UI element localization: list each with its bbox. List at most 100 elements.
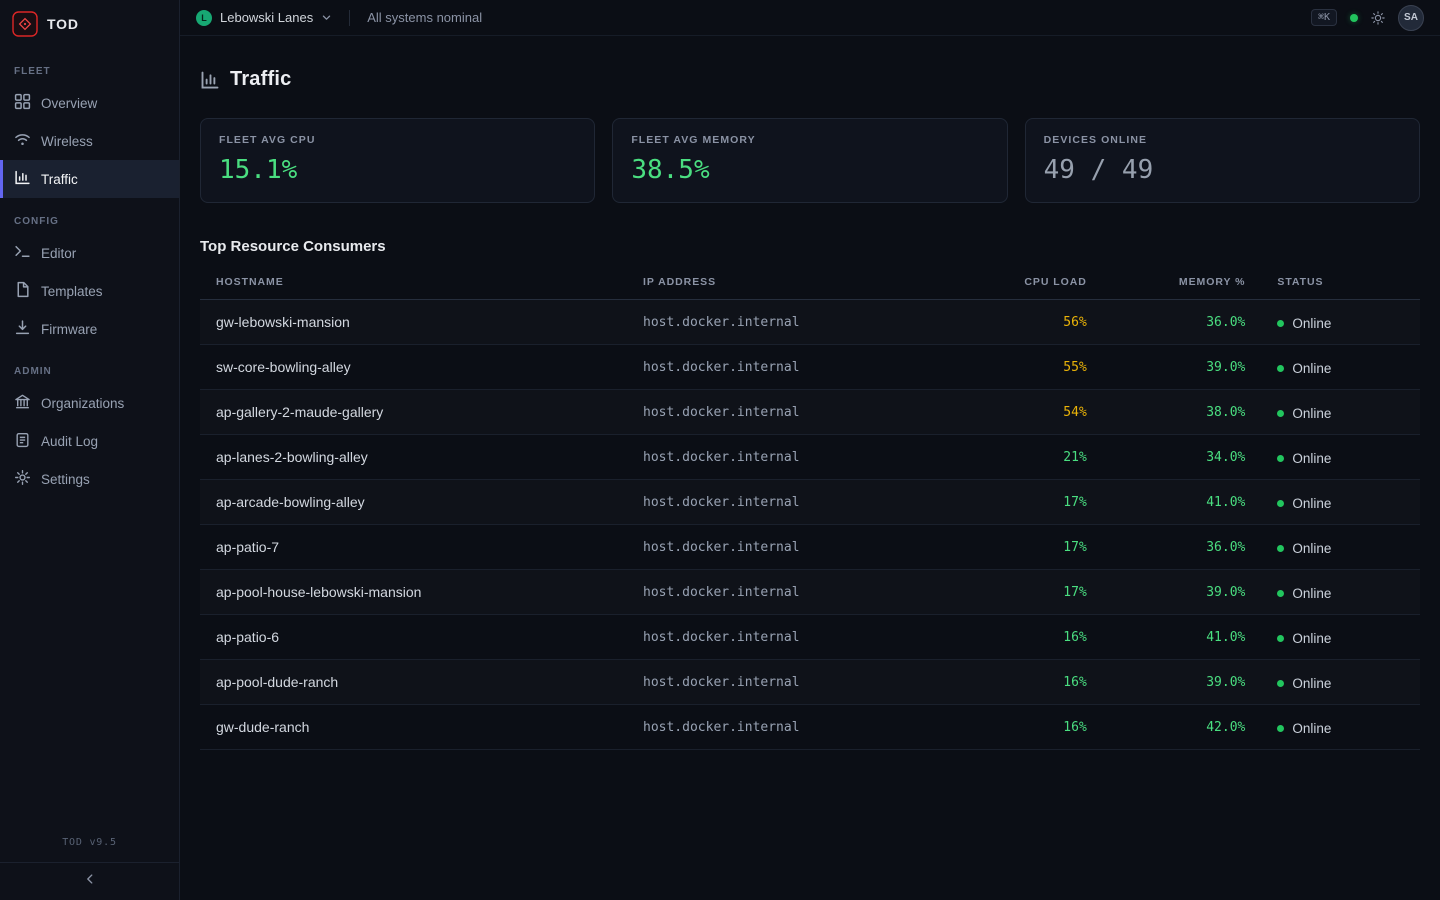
health-dot-icon [1350,14,1358,22]
status-cell: Online [1261,435,1420,480]
sidebar-item-settings[interactable]: Settings [0,460,179,498]
status-cell: Online [1261,660,1420,705]
status-badge: Online [1292,451,1331,466]
app-name: TOD [47,16,79,32]
table-title: Top Resource Consumers [200,238,1420,255]
table-row[interactable]: ap-arcade-bowling-alleyhost.docker.inter… [200,480,1420,525]
status-cell: Online [1261,480,1420,525]
user-avatar[interactable]: SA [1398,5,1424,31]
table-row[interactable]: sw-core-bowling-alleyhost.docker.interna… [200,345,1420,390]
sidebar-item-label: Organizations [41,396,124,411]
table-row[interactable]: gw-lebowski-mansionhost.docker.internal5… [200,300,1420,345]
table-row[interactable]: ap-gallery-2-maude-galleryhost.docker.in… [200,390,1420,435]
cpu-load-cell: 56% [969,300,1103,345]
page-title: Traffic [230,68,291,91]
collapse-sidebar-button[interactable] [0,862,179,900]
sidebar-item-label: Firmware [41,322,97,337]
status-dot-icon [1277,545,1284,552]
app-logo[interactable]: TOD [0,0,179,48]
status-badge: Online [1292,406,1331,421]
cpu-load-cell: 16% [969,615,1103,660]
table-row[interactable]: gw-dude-ranchhost.docker.internal16%42.0… [200,705,1420,750]
org-switcher[interactable]: L Lebowski Lanes [196,10,332,26]
sidebar-item-wireless[interactable]: Wireless [0,122,179,160]
hostname-cell: gw-dude-ranch [200,705,627,750]
cpu-load-cell: 17% [969,570,1103,615]
sun-icon [1371,11,1385,25]
sidebar-item-editor[interactable]: Editor [0,234,179,272]
hostname-cell: ap-patio-6 [200,615,627,660]
column-header-status: Status [1261,264,1420,300]
command-palette-shortcut[interactable]: ⌘K [1311,9,1337,26]
column-header-ip-address: IP Address [627,264,969,300]
ip-address-cell: host.docker.internal [627,615,969,660]
bar-chart-icon [14,169,31,189]
sidebar-item-label: Templates [41,284,103,299]
sidebar-item-label: Traffic [41,172,78,187]
status-dot-icon [1277,590,1284,597]
ip-address-cell: host.docker.internal [627,480,969,525]
column-header-hostname: Hostname [200,264,627,300]
memory-cell: 42.0% [1103,705,1262,750]
sidebar-item-audit-log[interactable]: Audit Log [0,422,179,460]
stat-card-devices-online: Devices Online 49 / 49 [1025,118,1420,203]
status-dot-icon [1277,500,1284,507]
memory-cell: 34.0% [1103,435,1262,480]
sidebar-item-firmware[interactable]: Firmware [0,310,179,348]
memory-cell: 41.0% [1103,615,1262,660]
status-cell: Online [1261,570,1420,615]
sidebar-item-traffic[interactable]: Traffic [0,160,179,198]
table-row[interactable]: ap-lanes-2-bowling-alleyhost.docker.inte… [200,435,1420,480]
status-cell: Online [1261,525,1420,570]
status-badge: Online [1292,316,1331,331]
cpu-load-cell: 55% [969,345,1103,390]
status-badge: Online [1292,586,1331,601]
hostname-cell: ap-lanes-2-bowling-alley [200,435,627,480]
page-header: Traffic [200,68,1420,91]
bar-chart-icon [200,70,220,90]
sidebar-item-label: Editor [41,246,76,261]
memory-cell: 41.0% [1103,480,1262,525]
status-cell: Online [1261,390,1420,435]
ip-address-cell: host.docker.internal [627,345,969,390]
sidebar-item-label: Wireless [41,134,93,149]
theme-toggle-button[interactable] [1371,11,1385,25]
ip-address-cell: host.docker.internal [627,300,969,345]
hostname-cell: ap-arcade-bowling-alley [200,480,627,525]
status-dot-icon [1277,725,1284,732]
sidebar-item-templates[interactable]: Templates [0,272,179,310]
column-header-cpu-load: CPU Load [969,264,1103,300]
hostname-cell: ap-gallery-2-maude-gallery [200,390,627,435]
stat-value: 15.1% [219,155,576,185]
app-logo-icon [12,11,38,37]
table-row[interactable]: ap-patio-6host.docker.internal16%41.0%On… [200,615,1420,660]
stat-label: Fleet Avg Memory [631,134,988,146]
status-badge: Online [1292,541,1331,556]
table-row[interactable]: ap-patio-7host.docker.internal17%36.0%On… [200,525,1420,570]
chevron-left-icon [83,872,97,891]
table-row[interactable]: ap-pool-dude-ranchhost.docker.internal16… [200,660,1420,705]
top-resource-consumers-table: Hostname IP Address CPU Load Memory % St… [200,264,1420,750]
sidebar-item-overview[interactable]: Overview [0,84,179,122]
stat-value: 38.5% [631,155,988,185]
status-cell: Online [1261,345,1420,390]
ip-address-cell: host.docker.internal [627,390,969,435]
ip-address-cell: host.docker.internal [627,705,969,750]
main-area: L Lebowski Lanes All systems nominal ⌘K … [180,0,1440,900]
cpu-load-cell: 17% [969,480,1103,525]
status-dot-icon [1277,410,1284,417]
sidebar-item-organizations[interactable]: Organizations [0,384,179,422]
sidebar-nav: Fleet Overview Wireless Traffic Config E… [0,48,179,498]
table-header: Hostname IP Address CPU Load Memory % St… [200,264,1420,300]
file-icon [14,281,31,301]
memory-cell: 39.0% [1103,345,1262,390]
stat-label: Devices Online [1044,134,1401,146]
wifi-icon [14,131,31,151]
status-badge: Online [1292,721,1331,736]
table-row[interactable]: ap-pool-house-lebowski-mansionhost.docke… [200,570,1420,615]
cpu-load-cell: 21% [969,435,1103,480]
gear-icon [14,469,31,489]
cpu-load-cell: 17% [969,525,1103,570]
cpu-load-cell: 16% [969,660,1103,705]
hostname-cell: gw-lebowski-mansion [200,300,627,345]
